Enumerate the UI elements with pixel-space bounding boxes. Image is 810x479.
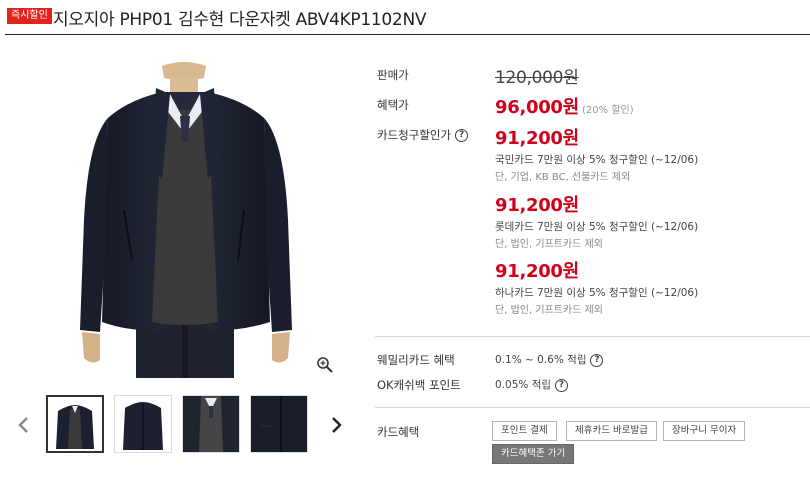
jacket-illustration <box>80 62 292 378</box>
partner-card-issue-button[interactable]: 제휴카드 바로발급 <box>566 421 657 441</box>
product-title: 지오지아 PHP01 김수현 다운자켓 ABV4KP1102NV <box>53 10 427 30</box>
family-card-value-text: 0.1% ~ 0.6% 적립 <box>495 354 587 366</box>
card-note-3: 단, 법인, 기프트카드 제외 <box>495 305 603 316</box>
thumbnail-image <box>123 402 163 450</box>
benefit-price: 96,000원 <box>495 97 579 118</box>
instant-discount-badge: 즉시할인 <box>7 8 52 24</box>
family-card-value: 0.1% ~ 0.6% 적립? <box>495 352 604 367</box>
chevron-right-icon[interactable] <box>328 414 344 436</box>
family-card-label: 웨밀리카드 혜택 <box>377 353 455 367</box>
card-benefit-label: 카드혜택 <box>377 425 420 439</box>
card-desc-1: 국민카드 7만원 이상 5% 청구할인 (~12/06) <box>495 154 699 166</box>
thumbnail-1[interactable] <box>46 395 104 453</box>
card-note-1: 단, 기업, KB BC, 선불카드 제외 <box>495 172 631 183</box>
card-desc-2: 롯데카드 7만원 이상 5% 청구할인 (~12/06) <box>495 221 699 233</box>
chevron-left-icon[interactable] <box>16 414 32 436</box>
help-icon[interactable]: ? <box>455 129 469 142</box>
thumbnail-image <box>251 396 307 452</box>
help-icon[interactable]: ? <box>590 353 604 367</box>
help-icon[interactable]: ? <box>555 378 569 392</box>
card-price-2: 91,200원 <box>495 195 579 216</box>
thumbnail-2[interactable] <box>114 395 172 453</box>
ok-cashbag-value-text: 0.05% 적립 <box>495 379 552 391</box>
sale-price: 120,000원 <box>495 68 579 88</box>
zoom-icon[interactable] <box>316 356 334 374</box>
thumbnail-image <box>183 396 239 452</box>
ok-cashbag-label: OK캐쉬백 포인트 <box>377 378 461 392</box>
ok-cashbag-value: 0.05% 적립? <box>495 377 569 392</box>
benefit-price-label: 혜택가 <box>377 98 409 112</box>
product-main-image[interactable] <box>58 60 320 378</box>
card-discount-label-text: 카드청구할인가 <box>377 128 452 142</box>
thumbnail-image <box>56 405 94 449</box>
divider <box>375 407 810 408</box>
cart-interest-free-button[interactable]: 장바구니 무이자 <box>663 421 746 441</box>
discount-rate: (20% 할인) <box>582 105 634 116</box>
point-payment-button[interactable]: 포인트 결제 <box>492 421 557 441</box>
thumbnail-3[interactable] <box>182 395 240 453</box>
card-desc-3: 하나카드 7만원 이상 5% 청구할인 (~12/06) <box>495 287 699 299</box>
card-note-2: 단, 법인, 기프트카드 제외 <box>495 239 603 250</box>
thumbnail-4[interactable] <box>250 395 308 453</box>
card-price-1: 91,200원 <box>495 128 579 149</box>
divider <box>375 336 810 337</box>
card-benefit-zone-button[interactable]: 카드혜택존 가기 <box>492 444 575 464</box>
sale-price-label: 판매가 <box>377 68 409 82</box>
card-price-3: 91,200원 <box>495 261 579 282</box>
card-discount-label: 카드청구할인가? <box>377 127 469 143</box>
product-info: 판매가 120,000원 혜택가 96,000원 (20% 할인) 카드청구할인… <box>375 0 810 479</box>
